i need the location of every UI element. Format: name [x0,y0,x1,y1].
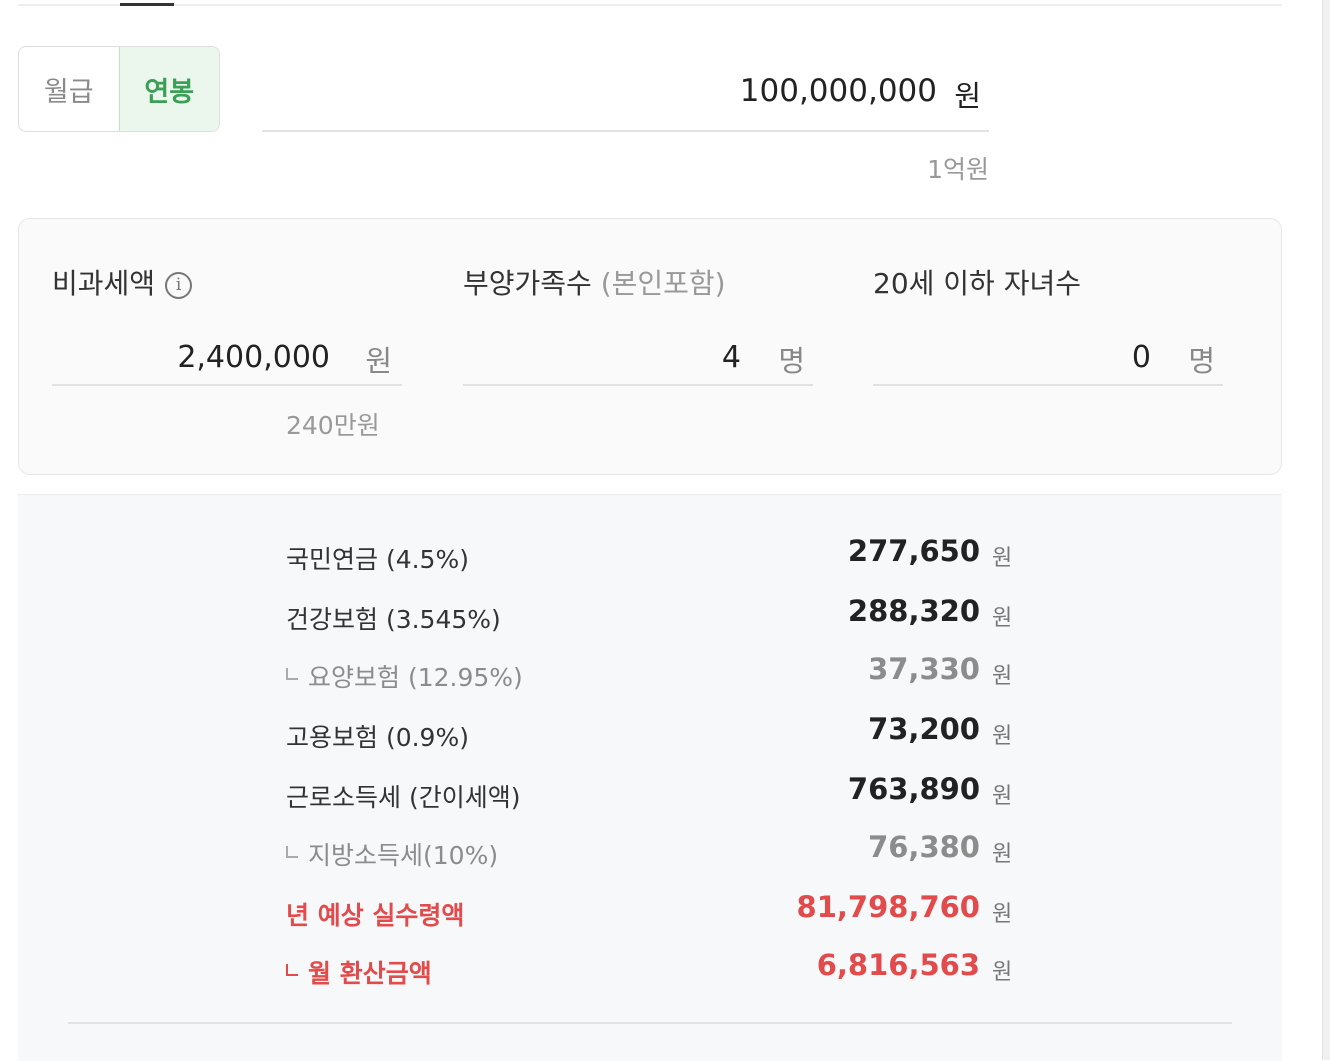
children-input[interactable]: 0 명 [873,328,1223,386]
top-divider [18,4,1282,6]
salary-value: 100,000,000 [739,73,937,109]
care-insurance-label: 요양보험 (12.95%) [286,658,523,694]
local-tax-label-text: 지방소득세(10%) [308,841,499,870]
sub-item-corner-icon [286,964,298,976]
dependents-label-text: 부양가족수 [463,267,592,300]
info-icon[interactable]: i [165,271,193,299]
monthly-net-value: 6,816,563 [816,948,980,982]
children-label: 20세 이하 자녀수 [873,267,1081,300]
monthly-net-label-text: 월 환산금액 [308,959,432,988]
nontax-korean-hint: 240만원 [286,411,380,440]
dependents-value: 4 [721,340,741,375]
dependents-input[interactable]: 4 명 [463,328,813,386]
employment-insurance-label: 고용보험 (0.9%) [286,723,469,752]
pension-label: 국민연금 (4.5%) [286,545,469,574]
health-insurance-label: 건강보험 (3.545%) [286,605,501,634]
results-divider [68,1022,1232,1024]
nontax-label-text: 비과세액 [52,267,156,300]
pension-value: 277,650 [847,534,980,568]
annual-toggle-button[interactable]: 연봉 [118,47,219,131]
sub-item-corner-icon [286,846,298,858]
local-tax-value: 76,380 [868,830,980,864]
employment-insurance-unit: 원 [992,724,1013,749]
income-tax-value: 763,890 [847,772,980,806]
active-tab-indicator [120,3,174,6]
income-tax-unit: 원 [992,784,1013,809]
annual-net-value: 81,798,760 [796,890,980,924]
monthly-net-label: 월 환산금액 [286,954,432,990]
sub-item-corner-icon [286,668,298,680]
dependents-unit: 명 [778,344,805,378]
salary-unit: 원 [954,79,981,113]
health-insurance-value: 288,320 [847,594,980,628]
local-tax-label: 지방소득세(10%) [286,836,498,872]
employment-insurance-value: 73,200 [868,712,980,746]
health-insurance-unit: 원 [992,606,1013,631]
pay-type-toggle: 월급 연봉 [18,46,220,132]
dependents-label-sub: (본인포함) [600,267,726,300]
salary-korean-hint: 1억원 [927,155,989,184]
monthly-toggle-button[interactable]: 월급 [19,47,119,131]
annual-net-unit: 원 [992,902,1013,927]
care-insurance-label-text: 요양보험 (12.95%) [308,663,523,692]
local-tax-unit: 원 [992,842,1013,867]
care-insurance-unit: 원 [992,664,1013,689]
nontax-input[interactable]: 2,400,000 원 [52,328,402,386]
annual-net-label: 년 예상 실수령액 [286,901,465,930]
dependents-label: 부양가족수 (본인포함) [463,262,726,302]
children-value: 0 [1131,340,1151,375]
salary-input[interactable]: 100,000,000 원 [262,60,989,132]
pension-unit: 원 [992,546,1013,571]
results-panel [18,494,1282,1061]
care-insurance-value: 37,330 [868,652,980,686]
income-tax-label: 근로소득세 (간이세액) [286,783,521,812]
scrollbar[interactable] [1322,0,1330,1060]
nontax-unit: 원 [365,344,392,378]
monthly-net-unit: 원 [992,960,1013,985]
children-unit: 명 [1188,344,1215,378]
nontax-value: 2,400,000 [177,340,330,375]
nontax-label: 비과세액 i [52,262,193,302]
